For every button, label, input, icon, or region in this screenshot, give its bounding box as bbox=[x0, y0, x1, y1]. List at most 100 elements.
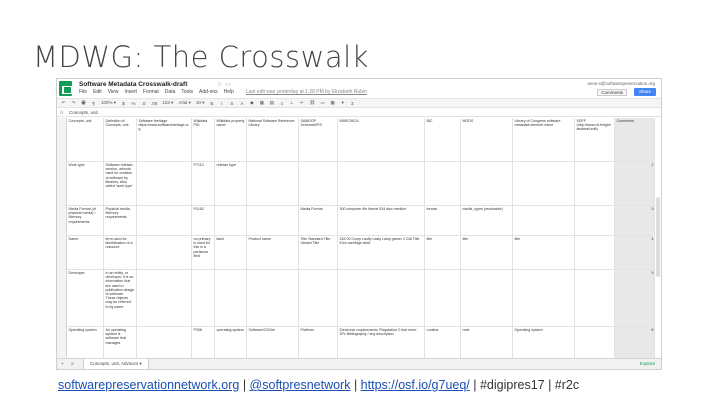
header-cell[interactable]: MODS bbox=[461, 118, 513, 162]
table-cell[interactable]: P7110 bbox=[192, 162, 215, 206]
table-cell[interactable] bbox=[247, 270, 299, 327]
table-cell[interactable] bbox=[575, 270, 615, 327]
header-cell[interactable]: National Software Reference Library bbox=[247, 118, 299, 162]
toolbar-button[interactable]: ≡ bbox=[279, 101, 284, 106]
table-cell[interactable]: Software release, version, artwork used … bbox=[104, 162, 137, 206]
table-cell[interactable] bbox=[215, 206, 247, 236]
table-cell[interactable]: runtime bbox=[425, 327, 461, 359]
table-cell[interactable] bbox=[425, 162, 461, 206]
table-cell[interactable] bbox=[425, 270, 461, 327]
menu-addons[interactable]: Add-ons bbox=[199, 89, 218, 97]
table-cell[interactable] bbox=[137, 327, 192, 359]
toolbar-button[interactable]: ¶ bbox=[91, 101, 96, 106]
table-cell[interactable]: Operating system bbox=[513, 327, 575, 359]
menu-file[interactable]: File bbox=[79, 89, 87, 97]
vertical-scrollbar[interactable] bbox=[656, 197, 660, 277]
menu-insert[interactable]: Insert bbox=[124, 89, 137, 97]
star-icon[interactable]: ☆ bbox=[217, 81, 222, 88]
toolbar-button[interactable]: S bbox=[229, 101, 234, 106]
last-edit-link[interactable]: Last edit was yesterday at 1:28 PM by El… bbox=[246, 89, 367, 97]
table-cell[interactable] bbox=[513, 270, 575, 327]
table-cell[interactable] bbox=[513, 206, 575, 236]
table-cell[interactable]: 245 00 Comp Lastly Lasty Lasty gamer 2 2… bbox=[338, 236, 425, 270]
sheet-list-icon[interactable]: ≡ bbox=[71, 361, 74, 366]
header-cell[interactable]: Wikidata PID bbox=[192, 118, 215, 162]
toolbar-button[interactable]: .0 bbox=[141, 101, 146, 106]
table-cell[interactable] bbox=[461, 270, 513, 327]
table-cell[interactable]: Platform bbox=[299, 327, 338, 359]
table-cell[interactable]: Software/OS/Ver bbox=[247, 327, 299, 359]
table-cell[interactable]: label bbox=[215, 236, 247, 270]
toolbar-button[interactable]: ⛓ bbox=[309, 100, 315, 106]
table-cell[interactable] bbox=[615, 270, 655, 327]
table-cell[interactable] bbox=[137, 162, 192, 206]
folder-icon[interactable]: ▭ bbox=[225, 81, 231, 88]
table-cell[interactable] bbox=[247, 162, 299, 206]
header-cell[interactable]: MARC/BCA bbox=[338, 118, 425, 162]
table-cell[interactable] bbox=[137, 206, 192, 236]
table-cell[interactable] bbox=[575, 236, 615, 270]
table-cell[interactable]: operating system bbox=[215, 327, 247, 359]
menu-view[interactable]: View bbox=[108, 89, 119, 97]
toolbar-button[interactable]: ◆ bbox=[249, 100, 254, 106]
table-cell[interactable]: Physical media. Memory requirements. bbox=[104, 206, 137, 236]
table-cell[interactable] bbox=[299, 270, 338, 327]
toolbar-button[interactable]: Σ bbox=[350, 101, 355, 106]
header-cell[interactable]: Concepts, unit bbox=[67, 118, 104, 162]
toolbar-button[interactable]: % bbox=[131, 101, 136, 106]
menu-tools[interactable]: Tools bbox=[181, 89, 193, 97]
header-cell[interactable]: IBC bbox=[425, 118, 461, 162]
table-cell[interactable] bbox=[575, 206, 615, 236]
comments-button[interactable]: Comments bbox=[597, 89, 627, 96]
toolbar-button[interactable]: Arial ▾ bbox=[178, 100, 191, 106]
table-cell[interactable]: title bbox=[461, 236, 513, 270]
table-cell[interactable]: Product name bbox=[247, 236, 299, 270]
table-cell[interactable] bbox=[299, 162, 338, 206]
share-button[interactable]: Share bbox=[633, 88, 656, 96]
footer-link-website[interactable]: softwarepreservationnetwork.org bbox=[58, 378, 239, 392]
sheet-tab-active[interactable]: Concepts, unit, Advisors ▾ bbox=[83, 359, 149, 369]
table-cell[interactable] bbox=[192, 270, 215, 327]
toolbar-button[interactable]: ↶ bbox=[61, 100, 66, 106]
toolbar-button[interactable]: B bbox=[209, 101, 214, 106]
table-cell[interactable]: An operating system is software that man… bbox=[104, 327, 137, 359]
header-cell[interactable]: Library of Congress software metadata el… bbox=[513, 118, 575, 162]
toolbar-button[interactable]: $ bbox=[121, 101, 126, 106]
toolbar-button[interactable]: ⊥ bbox=[289, 100, 294, 106]
toolbar-button[interactable]: 🖶 bbox=[81, 99, 86, 107]
toolbar-button[interactable]: .00 bbox=[151, 101, 157, 106]
table-cell[interactable]: In an entity, or developer, it is an inf… bbox=[104, 270, 137, 327]
toolbar-button[interactable]: 100% ▾ bbox=[101, 100, 116, 106]
toolbar-button[interactable]: ↵ bbox=[299, 100, 304, 106]
table-cell[interactable]: P1163 bbox=[192, 206, 215, 236]
table-cell[interactable] bbox=[575, 327, 615, 359]
table-cell[interactable]: Name bbox=[67, 236, 104, 270]
header-cell[interactable]: Wikidata property name bbox=[215, 118, 247, 162]
header-cell[interactable]: Definition of Concepts, unit bbox=[104, 118, 137, 162]
table-cell[interactable]: Electronic requirements: Playstation 2 t… bbox=[338, 327, 425, 359]
table-cell[interactable] bbox=[338, 162, 425, 206]
table-cell[interactable] bbox=[575, 162, 615, 206]
header-cell[interactable]: SAMDOP SchemaVIPS bbox=[299, 118, 338, 162]
menu-format[interactable]: Format bbox=[143, 89, 159, 97]
add-sheet-icon[interactable]: + bbox=[61, 361, 64, 366]
table-cell[interactable]: no primary is used for this in a particu… bbox=[192, 236, 215, 270]
header-cell[interactable]: Comments bbox=[615, 118, 655, 162]
document-title[interactable]: Software Metadata Crosswalk-draft bbox=[79, 81, 187, 88]
user-email[interactable]: anne.s@softwarepreservation.org bbox=[587, 81, 655, 86]
header-cell[interactable]: VDFF (http://www.cd.freighhalsdetail.edi… bbox=[575, 118, 615, 162]
table-cell[interactable]: media_types (resolvable) bbox=[461, 206, 513, 236]
table-cell[interactable]: Work type bbox=[67, 162, 104, 206]
table-cell[interactable]: title bbox=[513, 236, 575, 270]
toolbar-button[interactable]: ▾ bbox=[340, 100, 345, 106]
table-cell[interactable] bbox=[215, 270, 247, 327]
table-cell[interactable]: Developer bbox=[67, 270, 104, 327]
formula-input[interactable]: Concepts, unit bbox=[69, 110, 98, 115]
table-cell[interactable]: term used for identification of a resour… bbox=[104, 236, 137, 270]
table-cell[interactable]: 300 computer file format 534 disc medium bbox=[338, 206, 425, 236]
footer-link-twitter[interactable]: @softpresnetwork bbox=[250, 378, 351, 392]
table-cell[interactable] bbox=[137, 236, 192, 270]
table-cell[interactable]: Media Format bbox=[299, 206, 338, 236]
toolbar-button[interactable]: 10 ▾ bbox=[196, 100, 205, 106]
table-cell[interactable]: Media Format (of physical media) / Memor… bbox=[67, 206, 104, 236]
